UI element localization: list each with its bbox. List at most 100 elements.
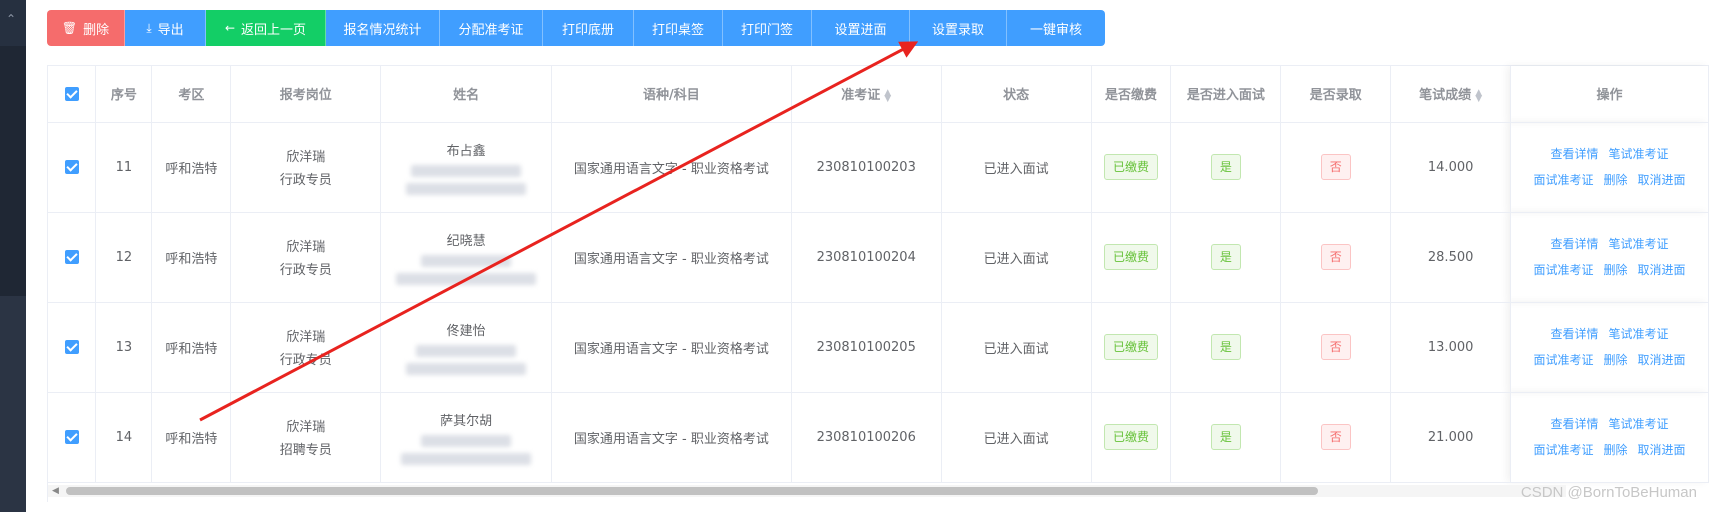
cell-position: 欣洋瑞 行政专员: [230, 302, 382, 393]
set-admission-button[interactable]: 设置录取: [910, 10, 1007, 46]
print-roster-button[interactable]: 打印底册: [543, 10, 634, 46]
written-ticket-link[interactable]: 笔试准考证: [1609, 237, 1669, 251]
cell-area: 呼和浩特: [151, 302, 232, 393]
cancel-interview-link[interactable]: 取消进面: [1638, 443, 1686, 457]
redacted-id: [396, 272, 537, 285]
interview-ticket-link[interactable]: 面试准考证: [1534, 443, 1594, 457]
sort-caret-icon[interactable]: ▲ ▼: [1475, 88, 1482, 103]
table-row[interactable]: 13 呼和浩特 欣洋瑞 行政专员 佟建怡 国家通用语言文字 - 职业资格考试 2308101…: [48, 302, 1709, 393]
cell-seq: 13: [95, 302, 153, 393]
cell-admitted: 否: [1280, 302, 1392, 393]
candidate-name: 纪晓慧: [446, 233, 486, 249]
view-details-link[interactable]: 查看详情: [1551, 417, 1599, 431]
cell-interview: 是: [1170, 122, 1282, 213]
sidebar-menu: [0, 46, 26, 296]
delete-link[interactable]: 删除: [1604, 443, 1628, 457]
interview-ticket-link[interactable]: 面试准考证: [1534, 173, 1594, 187]
cell-status: 已进入面试: [941, 212, 1092, 303]
cell-admitted: 否: [1280, 122, 1392, 213]
print-desk-label-button[interactable]: 打印桌签: [634, 10, 723, 46]
header-subject: 语种/科目: [551, 66, 792, 123]
header-score[interactable]: 笔试成绩 ▲ ▼: [1390, 66, 1512, 123]
paid-tag: 已缴费: [1103, 244, 1158, 270]
print-door-label-button[interactable]: 打印门签: [723, 10, 812, 46]
checkbox-checked-icon: [64, 250, 79, 264]
set-interview-button[interactable]: 设置进面: [812, 10, 910, 46]
cell-interview: 是: [1170, 212, 1282, 303]
written-ticket-link[interactable]: 笔试准考证: [1609, 417, 1669, 431]
delete-link[interactable]: 删除: [1604, 173, 1628, 187]
interview-ticket-link[interactable]: 面试准考证: [1534, 263, 1594, 277]
cell-admitted: 否: [1280, 212, 1392, 303]
view-details-link[interactable]: 查看详情: [1551, 147, 1599, 161]
sort-caret-icon[interactable]: ▲ ▼: [884, 88, 891, 103]
cell-status: 已进入面试: [941, 302, 1092, 393]
written-ticket-link[interactable]: 笔试准考证: [1609, 147, 1669, 161]
scroll-left-arrow-icon[interactable]: ◀: [52, 485, 59, 497]
watermark: CSDN @BornToBeHuman: [1520, 484, 1697, 501]
redacted-phone: [421, 434, 512, 447]
cell-score: 13.000: [1390, 302, 1512, 393]
export-button[interactable]: ⤓ 导出: [125, 10, 206, 46]
cancel-interview-link[interactable]: 取消进面: [1638, 353, 1686, 367]
table-row[interactable]: 12 呼和浩特 欣洋瑞 行政专员 纪晓慧 国家通用语言文字 - 职业资格考试 2308101…: [48, 212, 1709, 303]
cell-score: 28.500: [1390, 212, 1512, 303]
cell-subject: 国家通用语言文字 - 职业资格考试: [551, 392, 792, 483]
written-ticket-link[interactable]: 笔试准考证: [1609, 327, 1669, 341]
candidates-table: 序号 考区 报考岗位 姓名 语种/科目 准考证 ▲ ▼ 状态 是否缴费 是否进入面试…: [47, 65, 1709, 502]
delete-button[interactable]: 🗑 删除: [47, 10, 125, 46]
assign-ticket-button[interactable]: 分配准考证: [440, 10, 543, 46]
header-status: 状态: [941, 66, 1092, 123]
cell-subject: 国家通用语言文字 - 职业资格考试: [551, 302, 792, 393]
header-name: 姓名: [380, 66, 553, 123]
cell-position: 欣洋瑞 招聘专员: [230, 392, 382, 483]
checkbox-checked-icon: [64, 340, 79, 354]
cancel-interview-link[interactable]: 取消进面: [1638, 263, 1686, 277]
header-ticket[interactable]: 准考证 ▲ ▼: [791, 66, 942, 123]
cell-interview: 是: [1170, 302, 1282, 393]
delete-link[interactable]: 删除: [1604, 263, 1628, 277]
cell-paid: 已缴费: [1091, 392, 1172, 483]
redacted-id: [401, 452, 532, 465]
candidate-name: 布占鑫: [446, 143, 486, 159]
cell-ticket: 230810100204: [791, 212, 942, 303]
cell-area: 呼和浩特: [151, 212, 232, 303]
row-checkbox[interactable]: [48, 212, 97, 303]
horizontal-scrollbar[interactable]: ◀: [48, 485, 1566, 497]
cell-name: 纪晓慧: [380, 212, 553, 303]
table-row[interactable]: 14 呼和浩特 欣洋瑞 招聘专员 萨其尔胡 国家通用语言文字 - 职业资格考试 230810…: [48, 392, 1709, 483]
row-checkbox[interactable]: [48, 302, 97, 393]
cell-ops: 查看详情 笔试准考证面试准考证 删除 取消进面: [1510, 122, 1709, 213]
arrow-left-icon: ←: [224, 21, 236, 35]
select-all-checkbox[interactable]: [48, 66, 97, 123]
table-row[interactable]: 11 呼和浩特 欣洋瑞 行政专员 布占鑫 国家通用语言文字 - 职业资格考试 2308101…: [48, 122, 1709, 213]
redacted-id: [406, 362, 527, 375]
interview-tag: 是: [1210, 154, 1241, 180]
candidate-name: 萨其尔胡: [440, 413, 493, 429]
cell-subject: 国家通用语言文字 - 职业资格考试: [551, 122, 792, 213]
view-details-link[interactable]: 查看详情: [1551, 327, 1599, 341]
cell-ops: 查看详情 笔试准考证面试准考证 删除 取消进面: [1510, 392, 1709, 483]
back-button[interactable]: ← 返回上一页: [206, 10, 326, 46]
view-details-link[interactable]: 查看详情: [1551, 237, 1599, 251]
interview-tag: 是: [1210, 334, 1241, 360]
checkbox-checked-icon: [64, 86, 79, 101]
cell-status: 已进入面试: [941, 392, 1092, 483]
delete-link[interactable]: 删除: [1604, 353, 1628, 367]
cell-status: 已进入面试: [941, 122, 1092, 213]
cell-score: 21.000: [1390, 392, 1512, 483]
cell-score: 14.000: [1390, 122, 1512, 213]
one-click-review-button[interactable]: 一键审核: [1007, 10, 1105, 46]
header-position: 报考岗位: [230, 66, 382, 123]
admitted-tag: 否: [1320, 244, 1351, 270]
table-header-row: 序号 考区 报考岗位 姓名 语种/科目 准考证 ▲ ▼ 状态 是否缴费 是否进入面试…: [48, 66, 1709, 123]
cancel-interview-link[interactable]: 取消进面: [1638, 173, 1686, 187]
scrollbar-thumb[interactable]: [66, 487, 1318, 495]
checkbox-checked-icon: [64, 160, 79, 174]
interview-ticket-link[interactable]: 面试准考证: [1534, 353, 1594, 367]
row-checkbox[interactable]: [48, 392, 97, 483]
registration-stats-button[interactable]: 报名情况统计: [326, 10, 440, 46]
row-checkbox[interactable]: [48, 122, 97, 213]
cell-name: 佟建怡: [380, 302, 553, 393]
chevron-up-icon[interactable]: ⌃: [6, 12, 16, 26]
